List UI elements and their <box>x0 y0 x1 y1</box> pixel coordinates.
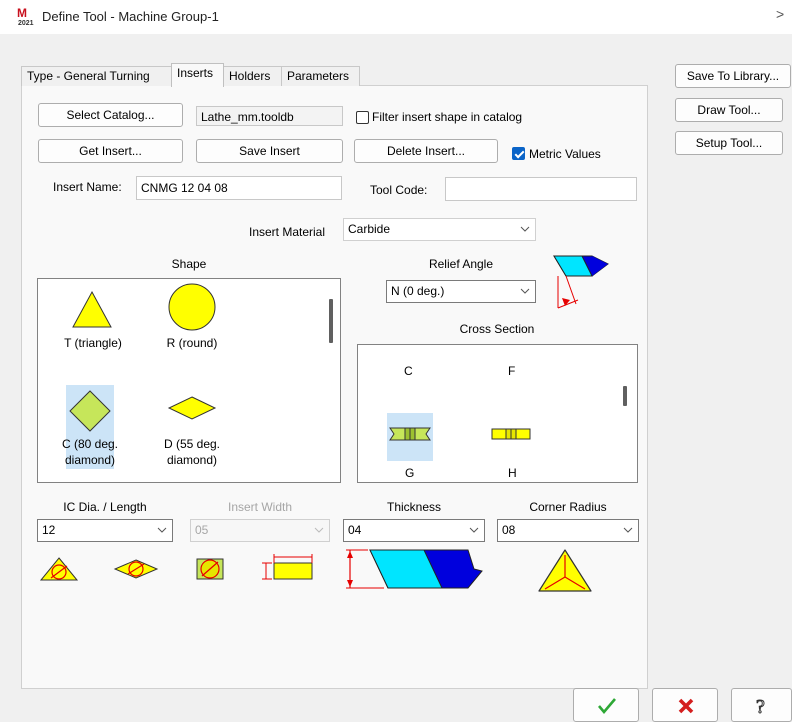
insert-width-dropdown: 05 <box>190 519 330 542</box>
corner-radius-diagram-icon <box>538 549 592 592</box>
metric-values-label: Metric Values <box>529 147 601 161</box>
insert-material-value: Carbide <box>348 222 391 236</box>
shape-scrollbar-thumb[interactable] <box>329 299 333 343</box>
insert-name-label: Insert Name: <box>53 180 122 194</box>
x-icon <box>678 698 694 714</box>
insert-name-input[interactable]: CNMG 12 04 08 <box>136 176 342 200</box>
relief-angle-dropdown[interactable]: N (0 deg.) <box>386 280 536 303</box>
corner-radius-dropdown[interactable]: 08 <box>497 519 639 542</box>
setup-tool-button[interactable]: Setup Tool... <box>675 131 783 155</box>
draw-tool-button[interactable]: Draw Tool... <box>675 98 783 122</box>
insert-width-heading: Insert Width <box>227 500 293 514</box>
metric-values-checkbox[interactable] <box>512 147 525 160</box>
ic-diamond-diagram-icon <box>113 559 159 579</box>
get-insert-button[interactable]: Get Insert... <box>38 139 183 163</box>
thickness-value: 04 <box>348 523 362 537</box>
svg-text:?: ? <box>756 696 765 717</box>
save-to-library-button[interactable]: Save To Library... <box>675 64 791 88</box>
chevron-down-icon <box>469 527 479 533</box>
cross-section-g-icon[interactable] <box>388 426 432 442</box>
diamond-55-shape-icon[interactable] <box>167 395 217 421</box>
triangle-shape-icon[interactable] <box>69 289 115 329</box>
select-catalog-button[interactable]: Select Catalog... <box>38 103 183 127</box>
ok-button[interactable] <box>573 688 639 722</box>
relief-angle-diagram-icon <box>553 255 609 309</box>
relief-angle-heading: Relief Angle <box>428 257 494 271</box>
cross-section-label-g: G <box>405 466 415 480</box>
chevron-down-icon <box>520 288 530 294</box>
close-icon[interactable]: > <box>776 6 784 22</box>
chevron-down-icon <box>520 226 530 232</box>
ic-triangle-diagram-icon <box>39 557 79 581</box>
svg-text:M: M <box>17 6 27 20</box>
ic-length-value: 12 <box>42 523 56 537</box>
cross-section-heading: Cross Section <box>459 322 535 336</box>
cross-section-label-f: F <box>508 364 516 378</box>
question-icon: ? <box>756 696 766 718</box>
insert-material-label: Insert Material <box>249 225 326 239</box>
insert-width-value: 05 <box>195 523 209 537</box>
shape-label-round: R (round) <box>166 336 218 350</box>
svg-text:2021: 2021 <box>18 20 34 26</box>
shape-label-diamond-55: D (55 deg. diamond) <box>163 437 221 467</box>
ic-length-heading: IC Dia. / Length <box>63 500 147 514</box>
diamond-80-shape-icon[interactable] <box>68 389 112 433</box>
ic-length-dropdown[interactable]: 12 <box>37 519 173 542</box>
window-title: Define Tool - Machine Group-1 <box>42 9 219 24</box>
thickness-heading: Thickness <box>386 500 442 514</box>
round-shape-icon[interactable] <box>166 282 218 332</box>
tool-code-input[interactable] <box>445 177 637 201</box>
catalog-name-field: Lathe_mm.tooldb <box>196 106 343 126</box>
checkmark-icon <box>598 698 616 715</box>
insert-length-diagram-icon <box>262 554 313 580</box>
thickness-dropdown[interactable]: 04 <box>343 519 485 542</box>
tool-code-label: Tool Code: <box>370 183 428 197</box>
chevron-down-icon <box>314 527 324 533</box>
corner-radius-heading: Corner Radius <box>529 500 607 514</box>
cross-section-listbox[interactable]: C F G H <box>357 344 638 483</box>
tab-inserts[interactable]: Inserts <box>171 63 224 87</box>
corner-radius-value: 08 <box>502 523 516 537</box>
cancel-button[interactable] <box>652 688 718 722</box>
cross-section-scrollbar-thumb[interactable] <box>623 386 627 406</box>
tab-parameters[interactable]: Parameters <box>281 66 360 86</box>
help-button[interactable]: ? <box>731 688 792 722</box>
delete-insert-button[interactable]: Delete Insert... <box>354 139 498 163</box>
chevron-down-icon <box>623 527 633 533</box>
insert-material-dropdown[interactable]: Carbide <box>343 218 536 241</box>
shape-heading: Shape <box>171 257 207 271</box>
filter-insert-shape-checkbox[interactable] <box>356 111 369 124</box>
shape-listbox[interactable]: T (triangle) R (round) C (80 deg. diamon… <box>37 278 341 483</box>
cross-section-h-icon[interactable] <box>490 427 532 441</box>
chevron-down-icon <box>157 527 167 533</box>
shape-label-triangle: T (triangle) <box>64 336 122 350</box>
cross-section-label-c: C <box>404 364 413 378</box>
relief-angle-value: N (0 deg.) <box>391 284 445 298</box>
thickness-diagram-icon <box>346 549 483 589</box>
tab-holders[interactable]: Holders <box>223 66 282 86</box>
mastercam-app-icon: M 2021 <box>17 6 34 26</box>
shape-label-diamond-80: C (80 deg. diamond) <box>61 437 119 467</box>
ic-square-diagram-icon <box>196 558 224 580</box>
tab-type-general-turning[interactable]: Type - General Turning <box>21 66 172 86</box>
save-insert-button[interactable]: Save Insert <box>196 139 343 163</box>
filter-insert-shape-label: Filter insert shape in catalog <box>372 110 523 124</box>
cross-section-label-h: H <box>508 466 517 480</box>
